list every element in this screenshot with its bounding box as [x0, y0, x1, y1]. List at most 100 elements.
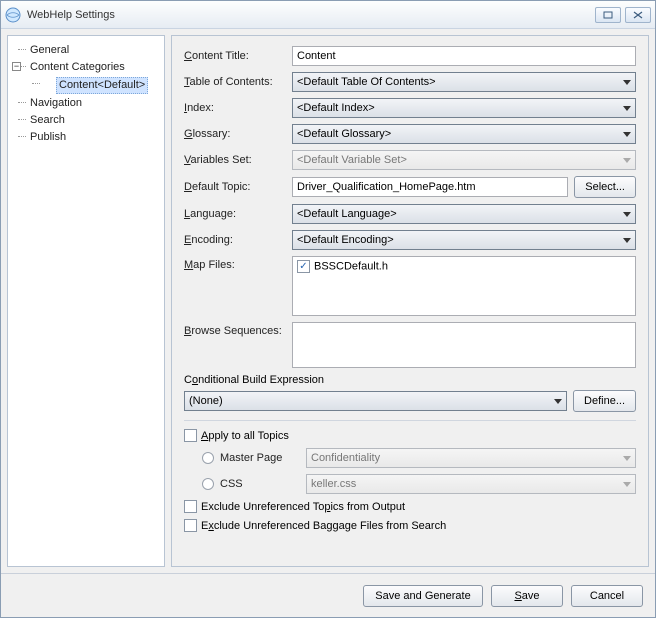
separator — [184, 420, 636, 421]
chevron-down-icon — [623, 456, 631, 461]
row-glossary: Glossary: <Default Glossary> — [184, 124, 636, 144]
chevron-down-icon — [623, 80, 631, 85]
row-browse-sequences: Browse Sequences: — [184, 322, 636, 368]
tree-item-search[interactable]: Search — [12, 112, 160, 129]
chevron-down-icon — [623, 212, 631, 217]
apply-all-checkbox[interactable] — [184, 429, 197, 442]
variables-value: <Default Variable Set> — [297, 154, 407, 166]
row-cond-build: (None) Define... — [184, 390, 636, 412]
chevron-down-icon — [623, 106, 631, 111]
toc-select[interactable]: <Default Table Of Contents> — [292, 72, 636, 92]
default-topic-input[interactable] — [292, 177, 568, 197]
chevron-down-icon — [623, 132, 631, 137]
tree-label: Content Categories — [30, 61, 125, 73]
row-variables: Variables Set: <Default Variable Set> — [184, 150, 636, 170]
label-variables: Variables Set: — [184, 154, 292, 166]
label-apply-all: Apply to all Topics — [201, 430, 289, 442]
row-language: Language: <Default Language> — [184, 204, 636, 224]
app-icon — [5, 7, 21, 23]
cond-build-select[interactable]: (None) — [184, 391, 567, 411]
cancel-button[interactable]: Cancel — [571, 585, 643, 607]
master-page-radio — [202, 452, 214, 464]
row-content-title: Content Title: — [184, 46, 636, 66]
tree-label: Navigation — [30, 97, 82, 109]
label-browse-sequences: Browse Sequences: — [184, 322, 292, 337]
label-master-page: Master Page — [220, 452, 306, 464]
chevron-down-icon — [623, 238, 631, 243]
btn-label: Cancel — [590, 590, 624, 602]
row-default-topic: Default Topic: Select... — [184, 176, 636, 198]
row-exclude-topics: Exclude Unreferenced Topics from Output — [184, 500, 636, 513]
row-css: CSS keller.css — [202, 474, 636, 494]
select-topic-button[interactable]: Select... — [574, 176, 636, 198]
index-select[interactable]: <Default Index> — [292, 98, 636, 118]
browse-sequences-list[interactable] — [292, 322, 636, 368]
btn-label: Save and Generate — [375, 590, 470, 602]
tree-label-selected: Content<Default> — [56, 77, 148, 94]
btn-label: ave — [522, 590, 540, 602]
tree-item-publish[interactable]: Publish — [12, 129, 160, 146]
label-default-topic: Default Topic: — [184, 181, 292, 193]
settings-panel: Content Title: Table of Contents: <Defau… — [171, 35, 649, 567]
titlebar[interactable]: WebHelp Settings — [1, 1, 655, 29]
language-value: <Default Language> — [297, 208, 397, 220]
css-select: keller.css — [306, 474, 636, 494]
map-files-list[interactable]: ✓ BSSCDefault.h — [292, 256, 636, 316]
label-exclude-topics: Exclude Unreferenced Topics from Output — [201, 501, 405, 513]
tree-children: Content<Default> — [26, 76, 160, 95]
label-language: Language: — [184, 208, 292, 220]
content-title-input[interactable] — [292, 46, 636, 66]
map-file-item[interactable]: ✓ BSSCDefault.h — [297, 260, 631, 273]
row-exclude-baggage: Exclude Unreferenced Baggage Files from … — [184, 519, 636, 532]
map-file-label: BSSCDefault.h — [314, 260, 388, 272]
save-button[interactable]: Save — [491, 585, 563, 607]
master-page-value: Confidentiality — [311, 452, 380, 464]
tree-label: Search — [30, 114, 65, 126]
index-value: <Default Index> — [297, 102, 375, 114]
label-glossary: Glossary: — [184, 128, 292, 140]
row-master-page: Master Page Confidentiality — [202, 448, 636, 468]
css-radio — [202, 478, 214, 490]
btn-label: Define... — [584, 395, 625, 407]
dialog-footer: Save and Generate Save Cancel — [1, 573, 655, 617]
toc-value: <Default Table Of Contents> — [297, 76, 436, 88]
label-toc: Table of Contents: — [184, 76, 292, 88]
row-map-files: Map Files: ✓ BSSCDefault.h — [184, 256, 636, 316]
row-encoding: Encoding: <Default Encoding> — [184, 230, 636, 250]
label-encoding: Encoding: — [184, 234, 292, 246]
row-toc: Table of Contents: <Default Table Of Con… — [184, 72, 636, 92]
dialog-window: WebHelp Settings General − Content Categ… — [0, 0, 656, 618]
minimize-button[interactable] — [595, 7, 621, 23]
dialog-body: General − Content Categories Content<Def… — [1, 29, 655, 573]
label-map-files: Map Files: — [184, 256, 292, 271]
define-button[interactable]: Define... — [573, 390, 636, 412]
category-tree[interactable]: General − Content Categories Content<Def… — [7, 35, 165, 567]
btn-label: Select... — [585, 181, 625, 193]
exclude-baggage-checkbox[interactable] — [184, 519, 197, 532]
label-exclude-baggage: Exclude Unreferenced Baggage Files from … — [201, 520, 446, 532]
chevron-down-icon — [623, 158, 631, 163]
tree-label: Publish — [30, 131, 66, 143]
tree-item-navigation[interactable]: Navigation — [12, 95, 160, 112]
glossary-select[interactable]: <Default Glossary> — [292, 124, 636, 144]
chevron-down-icon — [554, 399, 562, 404]
tree-label: General — [30, 44, 69, 56]
label-content-title: Content Title: — [184, 50, 292, 62]
encoding-select[interactable]: <Default Encoding> — [292, 230, 636, 250]
cond-build-value: (None) — [189, 395, 223, 407]
row-index: Index: <Default Index> — [184, 98, 636, 118]
exclude-topics-checkbox[interactable] — [184, 500, 197, 513]
tree-item-content-default[interactable]: Content<Default> — [26, 76, 160, 95]
chevron-down-icon — [623, 482, 631, 487]
css-value: keller.css — [311, 478, 356, 490]
encoding-value: <Default Encoding> — [297, 234, 394, 246]
language-select[interactable]: <Default Language> — [292, 204, 636, 224]
close-button[interactable] — [625, 7, 651, 23]
save-and-generate-button[interactable]: Save and Generate — [363, 585, 483, 607]
tree-collapse-icon[interactable]: − — [12, 62, 21, 71]
checkbox-checked-icon[interactable]: ✓ — [297, 260, 310, 273]
tree-item-content-categories[interactable]: − Content Categories — [12, 59, 160, 76]
master-page-select: Confidentiality — [306, 448, 636, 468]
window-buttons — [595, 7, 651, 23]
tree-item-general[interactable]: General — [12, 42, 160, 59]
